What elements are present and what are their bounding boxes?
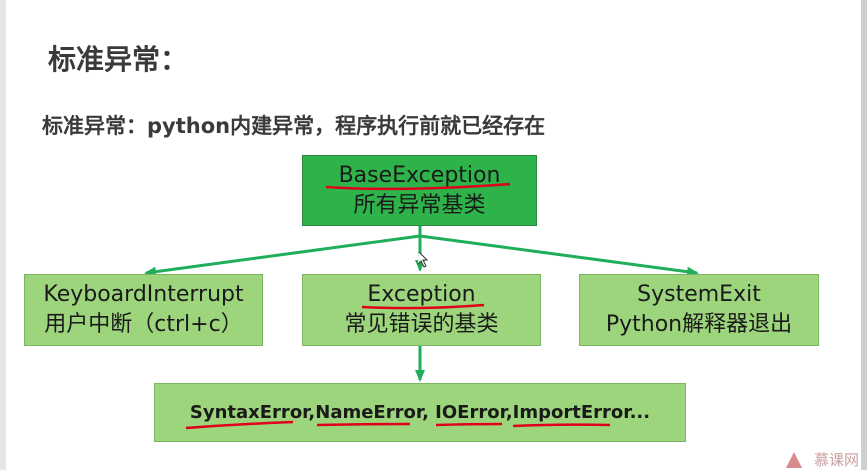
watermark-logo-icon (786, 452, 802, 468)
watermark-text: 慕课网 (813, 451, 859, 469)
